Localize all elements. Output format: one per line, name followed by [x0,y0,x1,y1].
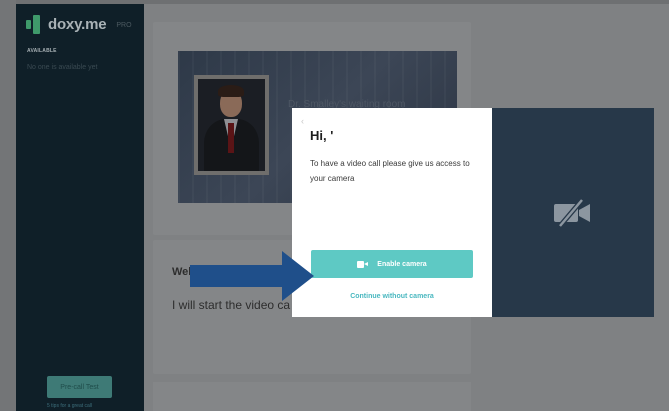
logo-text: doxy.me [48,15,107,33]
pro-badge: PRO [116,22,132,29]
provider-photo [194,75,269,175]
enable-camera-button[interactable]: Enable camera [311,250,473,278]
video-camera-icon [357,260,369,268]
continue-without-camera-link[interactable]: Continue without camera [292,293,492,300]
available-empty-text: No one is available yet [27,64,98,71]
modal-message: To have a video call please give us acce… [310,159,470,183]
tips-link[interactable]: 5 tips for a great call [47,403,92,409]
pointer-arrow-icon [190,251,314,301]
available-heading: AVAILABLE [27,48,57,54]
welcome-heading: Wel [172,266,192,278]
modal-title: Hi, ' [310,128,334,143]
video-preview-panel [492,108,654,317]
sidebar: doxy.me PRO AVAILABLE No one is availabl… [16,4,144,411]
window-frame-left [0,0,16,411]
precall-test-button[interactable]: Pre-call Test [47,376,112,398]
back-chevron-icon[interactable]: ‹ [301,116,304,126]
camera-permission-modal: ‹ Hi, ' To have a video call please give… [292,108,492,317]
doxy-logo: doxy.me PRO [26,14,132,34]
lower-card [153,382,471,411]
video-off-icon [554,198,590,228]
doxy-logo-icon [26,14,42,34]
enable-camera-label: Enable camera [377,260,427,268]
